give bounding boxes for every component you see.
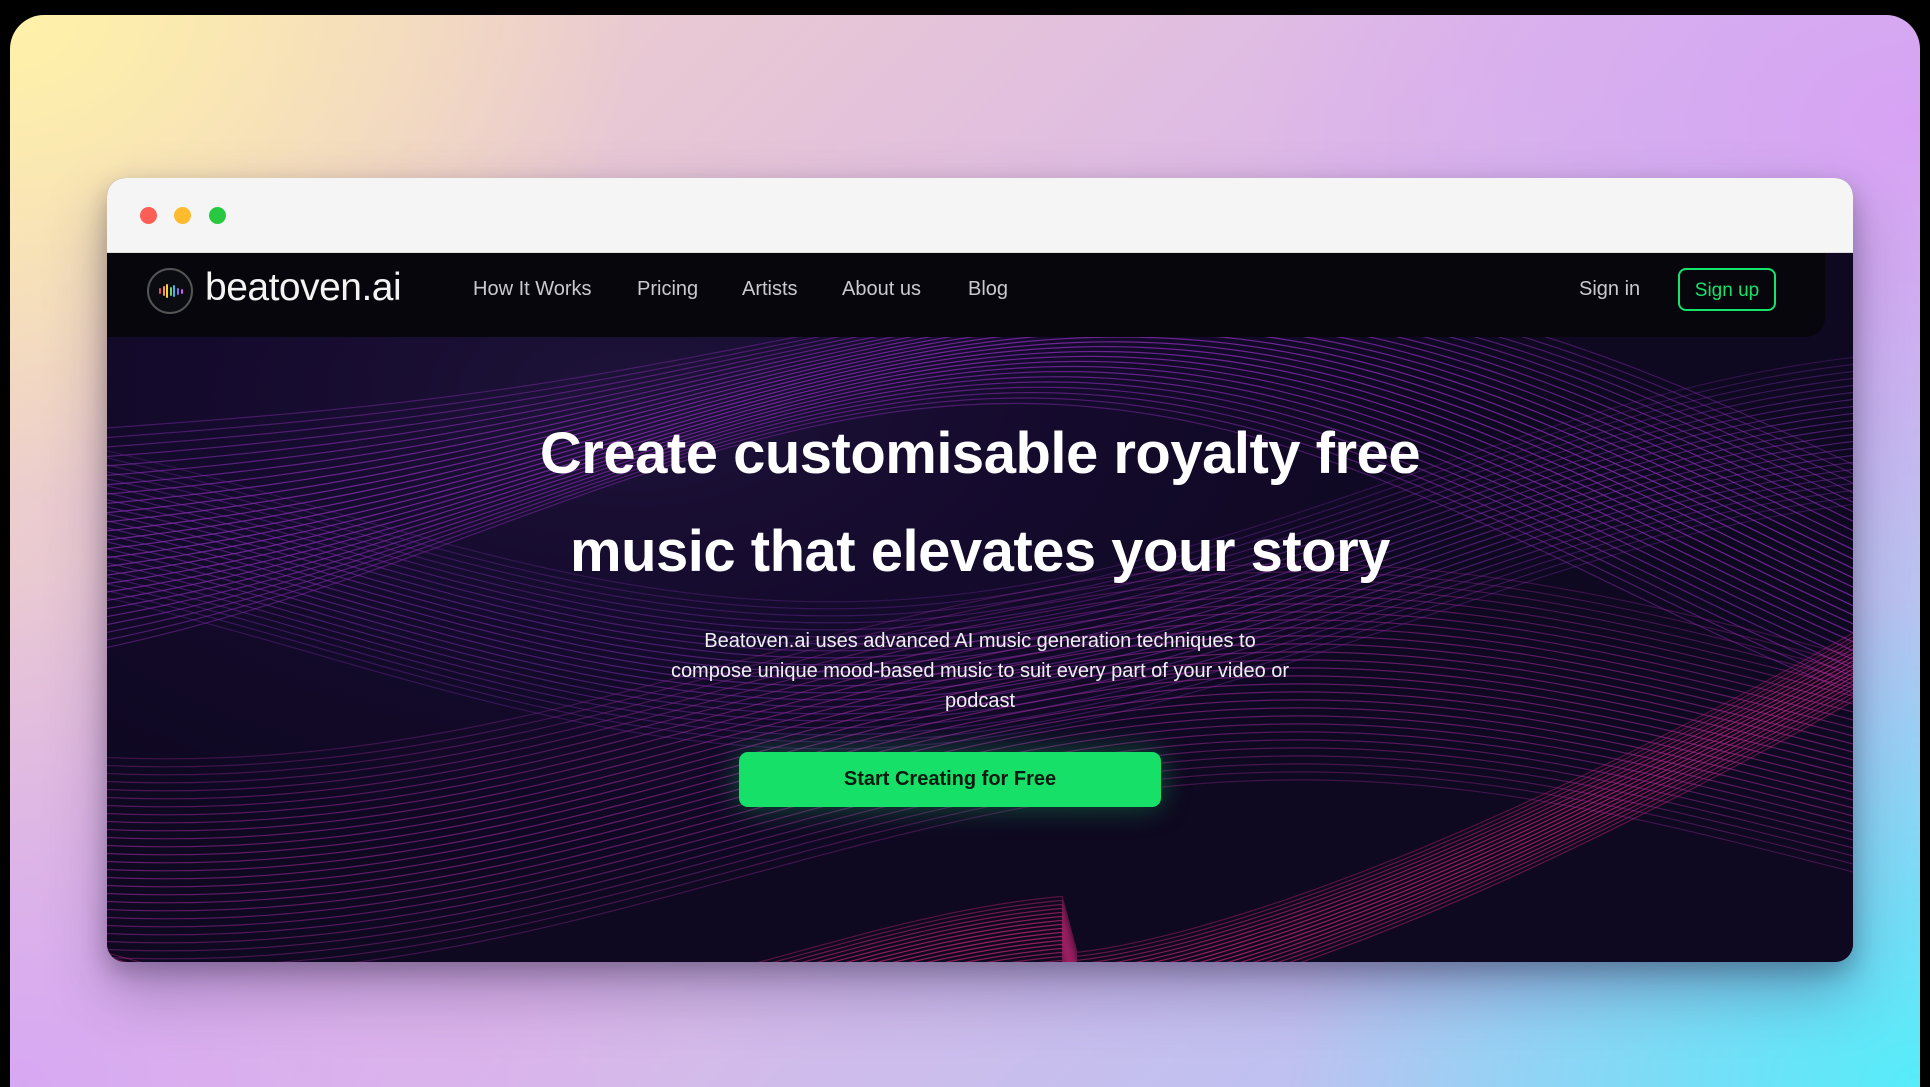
hero-subtitle: Beatoven.ai uses advanced AI music gener… xyxy=(580,626,1380,716)
nav-blog[interactable]: Blog xyxy=(968,278,1008,301)
brand-name[interactable]: beatoven.ai xyxy=(205,266,402,310)
hero-title-line-2: music that elevates your story xyxy=(570,519,1390,584)
nav-artists[interactable]: Artists xyxy=(742,278,798,301)
close-window-button[interactable] xyxy=(140,207,157,224)
browser-window: beatoven.ai How It Works Pricing Artists… xyxy=(107,178,1853,962)
wave-background xyxy=(107,283,1853,962)
webpage: beatoven.ai How It Works Pricing Artists… xyxy=(107,253,1853,962)
hero-subtitle-line-3: podcast xyxy=(944,690,1016,712)
sign-in-link[interactable]: Sign in xyxy=(1579,278,1640,301)
window-titlebar xyxy=(107,178,1853,253)
sign-up-button[interactable]: Sign up xyxy=(1678,268,1776,311)
nav-pricing[interactable]: Pricing xyxy=(637,278,698,301)
start-creating-button[interactable]: Start Creating for Free xyxy=(739,752,1161,807)
gradient-backdrop: beatoven.ai How It Works Pricing Artists… xyxy=(10,15,1920,1087)
minimize-window-button[interactable] xyxy=(174,207,191,224)
hero-title: Create customisable royalty free music t… xyxy=(107,405,1853,601)
nav-how-it-works[interactable]: How It Works xyxy=(473,278,592,301)
wave-line xyxy=(1300,700,1853,962)
maximize-window-button[interactable] xyxy=(209,207,226,224)
hero-subtitle-line-2: compose unique mood-based music to suit … xyxy=(670,660,1290,682)
top-navbar: beatoven.ai How It Works Pricing Artists… xyxy=(107,253,1825,337)
hero-subtitle-line-1: Beatoven.ai uses advanced AI music gener… xyxy=(704,630,1256,652)
beatoven-logo-icon[interactable] xyxy=(147,268,193,314)
hero-title-line-1: Create customisable royalty free xyxy=(539,421,1421,486)
nav-about-us[interactable]: About us xyxy=(842,278,921,301)
